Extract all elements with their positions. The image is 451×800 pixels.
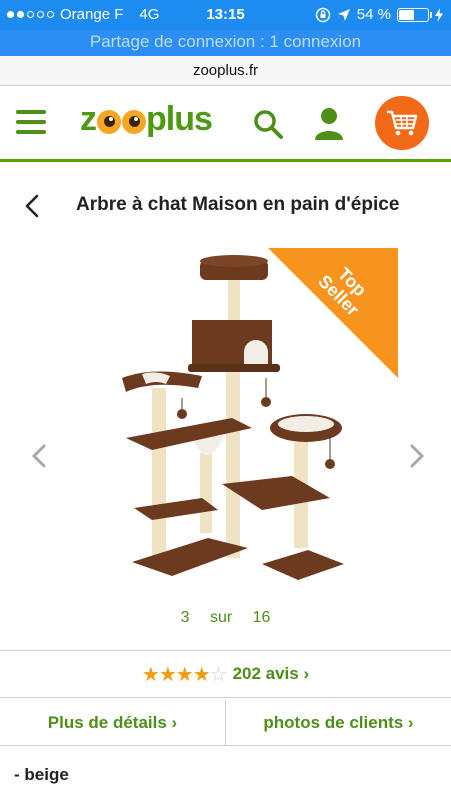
logo-eye-icon — [96, 109, 121, 134]
battery-label: 54 % — [356, 6, 391, 23]
star-filled-icon: ★ — [175, 663, 194, 686]
product-title: Arbre à chat Maison en pain d'épice — [76, 194, 400, 215]
back-chevron-icon[interactable] — [22, 194, 44, 218]
star-filled-icon: ★ — [192, 663, 211, 686]
user-icon[interactable] — [313, 106, 345, 142]
rating-stars: ★★★★☆ — [141, 662, 228, 687]
hotspot-banner[interactable]: Partage de connexion : 1 connexion — [0, 30, 451, 56]
location-arrow-icon — [337, 8, 350, 21]
site-header: z plus — [0, 86, 451, 162]
pager-current: 3 — [180, 609, 190, 626]
reviews-link[interactable]: 202 avis › — [233, 664, 310, 684]
details-link[interactable]: Plus de détails › — [0, 700, 225, 745]
menu-icon[interactable] — [16, 110, 46, 134]
battery-icon — [397, 7, 432, 22]
logo-eye-icon — [121, 109, 146, 134]
star-filled-icon: ★ — [141, 663, 160, 686]
pager-separator: sur — [209, 609, 233, 626]
variant-label: - beige — [14, 765, 69, 784]
cart-button[interactable] — [375, 96, 429, 150]
customer-photos-link[interactable]: photos de clients › — [225, 700, 451, 745]
address-bar[interactable]: zooplus.fr — [0, 56, 451, 86]
logo-text-end: plus — [146, 100, 213, 138]
zooplus-logo[interactable]: z plus — [80, 100, 213, 139]
logo-text-start: z — [80, 100, 97, 138]
status-right: 54 % — [315, 6, 443, 23]
search-icon[interactable] — [252, 108, 284, 140]
status-bar: Orange F 4G 13:15 54 % — [0, 0, 451, 30]
product-title-row: Arbre à chat Maison en pain d'épice — [0, 186, 451, 226]
detail-tabs: Plus de détails › photos de clients › — [0, 700, 451, 746]
lock-rotation-icon — [315, 7, 331, 22]
star-filled-icon: ★ — [158, 663, 177, 686]
image-gallery[interactable]: Top Seller — [0, 240, 451, 600]
cart-icon — [387, 110, 418, 136]
star-empty-icon: ☆ — [209, 663, 228, 686]
charging-icon — [435, 7, 443, 22]
reviews-bar[interactable]: ★★★★☆ 202 avis › — [0, 650, 451, 698]
next-image-icon[interactable] — [406, 443, 428, 469]
pager-total: 16 — [252, 609, 271, 626]
previous-image-icon[interactable] — [28, 443, 50, 469]
gallery-pager: 3 sur 16 — [0, 609, 451, 627]
